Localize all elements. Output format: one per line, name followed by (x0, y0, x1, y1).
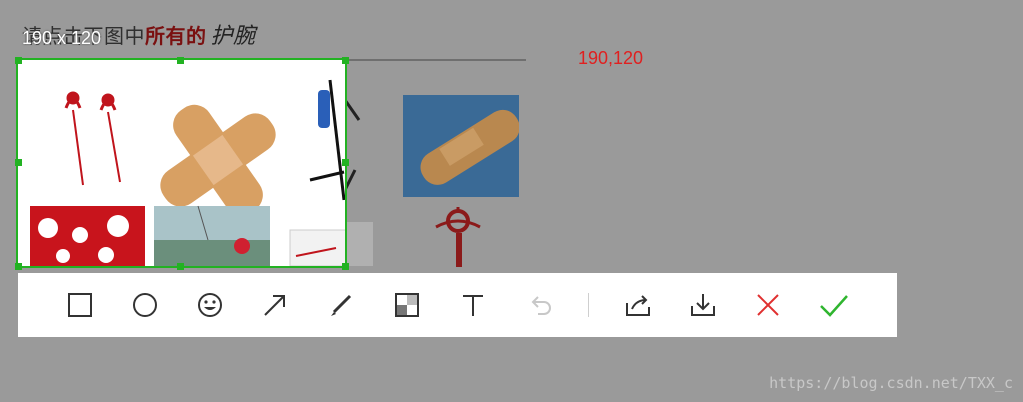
ellipse-tool-button[interactable] (127, 287, 163, 323)
cancel-icon (757, 294, 779, 316)
capture-selection[interactable] (16, 58, 347, 268)
download-button[interactable] (685, 287, 721, 323)
instruction-target: 护腕 (210, 24, 256, 49)
captcha-tile-bandage[interactable] (403, 95, 519, 197)
download-icon (691, 294, 715, 316)
emoji-tool-button[interactable] (192, 287, 228, 323)
ellipse-icon (133, 293, 157, 317)
arrow-tool-button[interactable] (257, 287, 293, 323)
confirm-icon (820, 295, 848, 317)
resize-handle-bottom-left[interactable] (15, 263, 22, 270)
captcha-tile-cropped[interactable] (343, 80, 370, 195)
text-tool-button[interactable] (455, 287, 491, 323)
coordinate-readout: 190,120 (578, 48, 644, 68)
mosaic-icon (395, 293, 419, 317)
selected-captcha-images (30, 79, 345, 266)
screen: 请点击下图中所有的 护腕 190,120 190 x 120 https://b… (0, 0, 1023, 402)
emoji-icon (198, 293, 222, 317)
resize-handle-top-left[interactable] (15, 57, 22, 64)
resize-handle-left[interactable] (15, 159, 22, 166)
text-icon (463, 295, 483, 316)
captcha-tile-partial[interactable] (345, 218, 375, 266)
instruction-highlight: 所有的 (145, 24, 207, 48)
selection-size-readout: 190 x 120 (22, 28, 102, 48)
resize-handle-bottom[interactable] (177, 263, 184, 270)
cancel-button[interactable] (750, 287, 786, 323)
toolbar-separator (588, 293, 589, 317)
resize-handle-right[interactable] (342, 159, 349, 166)
watermark: https://blog.csdn.net/TXX_c (769, 374, 1013, 392)
screenshot-toolbar (18, 273, 897, 337)
arrow-icon (264, 295, 285, 316)
resize-handle-top-right[interactable] (342, 57, 349, 64)
rectangle-icon (68, 293, 92, 317)
captcha-tile-knot[interactable] (428, 205, 488, 273)
undo-button[interactable] (523, 287, 559, 323)
undo-icon (531, 296, 551, 315)
confirm-button[interactable] (816, 287, 852, 323)
pen-icon (331, 294, 352, 316)
share-icon (626, 295, 650, 316)
resize-handle-bottom-right[interactable] (342, 263, 349, 270)
share-button[interactable] (620, 287, 656, 323)
resize-handle-top[interactable] (177, 57, 184, 64)
rectangle-tool-button[interactable] (62, 287, 98, 323)
pen-tool-button[interactable] (323, 287, 359, 323)
mosaic-tool-button[interactable] (389, 287, 425, 323)
